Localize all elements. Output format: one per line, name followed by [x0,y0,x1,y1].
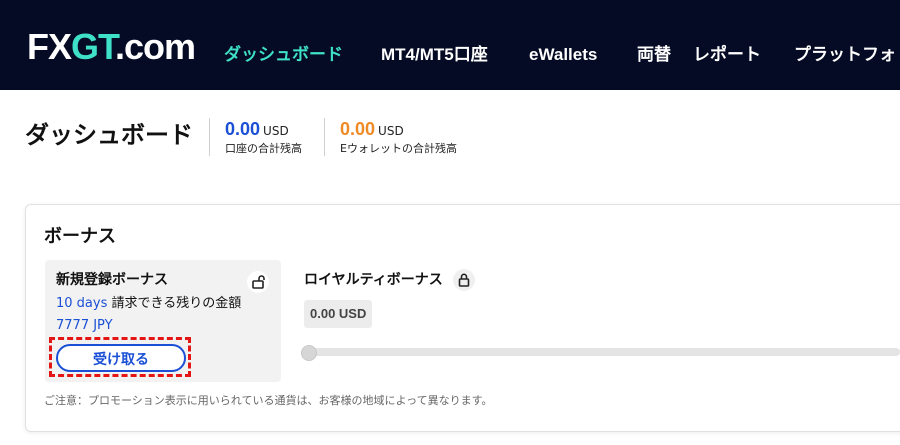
signup-bonus-days: 10 days [56,296,108,311]
nav-dashboard[interactable]: ダッシュボード [224,40,343,70]
loyalty-bonus-amount: 0.00 USD [304,300,373,328]
account-balance: 0.00 USD 口座の合計残高 [225,118,302,157]
nav-mt4-mt5-accounts[interactable]: MT4/MT5口座 [381,40,488,70]
divider [324,118,325,156]
currency-note: ご注意：プロモーション表示に用いられている通貨は、お客様の地域によって異なります… [44,394,493,407]
nav-ewallets[interactable]: eWallets [529,40,597,70]
loyalty-bonus-title: ロイヤルティボーナス [304,271,443,287]
page-title: ダッシュボード [25,122,193,149]
bonus-title: ボーナス [44,226,116,246]
signup-bonus-claimable-text: 請求できる残りの金額 [111,296,242,311]
nav-reports[interactable]: レポート [693,40,761,70]
ewallet-balance-label: Eウォレットの合計残高 [340,142,457,155]
signup-bonus-remaining: 10 days 請求できる残りの金額 [56,294,241,314]
lock-icon[interactable] [453,269,475,291]
signup-bonus-amount: 7777 JPY [56,318,113,333]
ewallet-balance-amount: 0.00 [340,119,376,139]
receive-bonus-button[interactable]: 受け取る [56,344,186,372]
nav-platforms[interactable]: プラットフォ [794,40,896,70]
account-balance-amount: 0.00 [225,119,261,139]
unlock-icon[interactable] [247,271,269,293]
ewallet-balance: 0.00 USD Eウォレットの合計残高 [340,118,457,157]
account-balance-label: 口座の合計残高 [225,142,302,155]
top-navigation-bar: FXGT.com ダッシュボード MT4/MT5口座 eWallets 両替 レ… [0,0,900,90]
divider [209,118,210,156]
ewallet-balance-currency: USD [378,124,404,138]
nav-exchange[interactable]: 両替 [637,40,671,70]
loyalty-progress-track [304,348,900,356]
signup-bonus-title: 新規登録ボーナス [56,271,168,287]
account-balance-currency: USD [263,124,289,138]
main-nav: ダッシュボード MT4/MT5口座 eWallets 両替 レポート プラットフ… [0,40,900,70]
loyalty-progress-knob[interactable] [301,345,317,361]
